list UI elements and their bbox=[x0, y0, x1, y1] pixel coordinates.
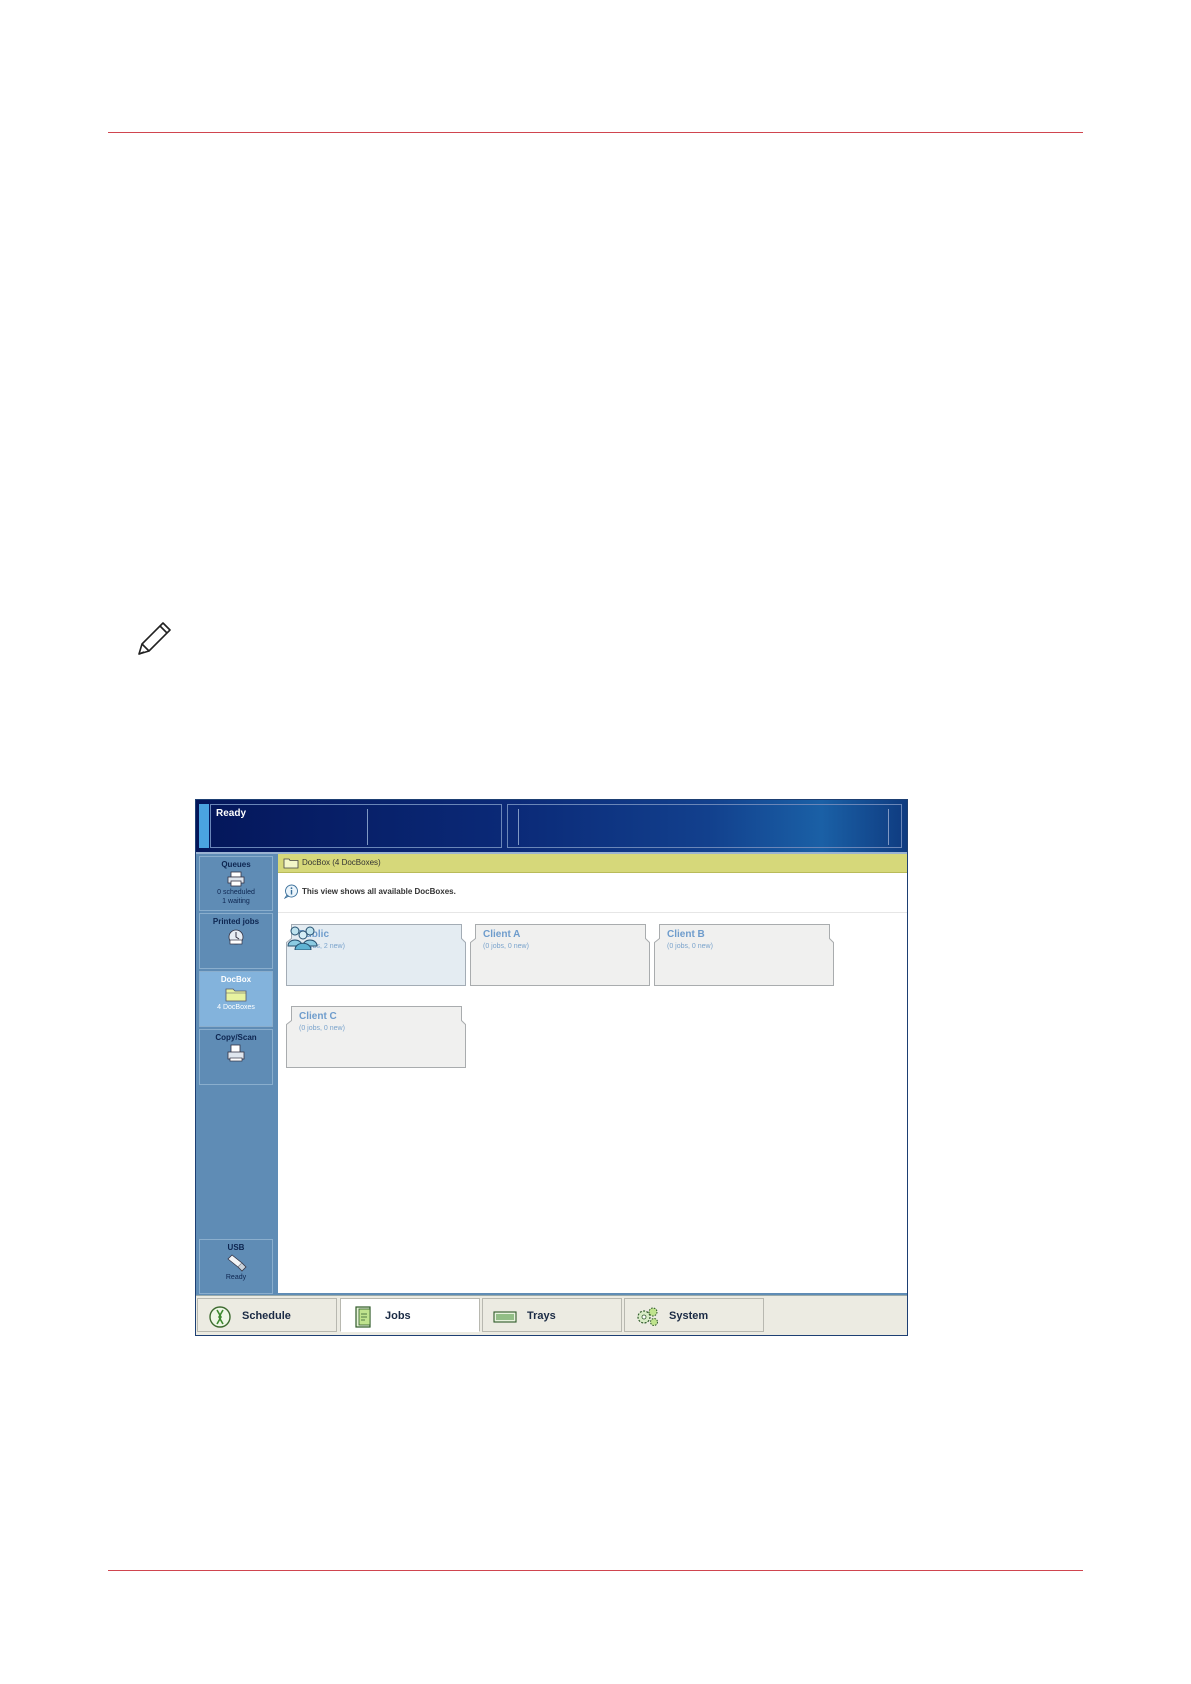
folder-icon bbox=[225, 988, 247, 1002]
info-row: This view shows all available DocBoxes. bbox=[278, 872, 907, 913]
main-content: DocBox (4 DocBoxes) This view shows all … bbox=[278, 854, 907, 1293]
info-text: This view shows all available DocBoxes. bbox=[302, 887, 456, 896]
gears-icon bbox=[637, 1307, 658, 1326]
status-accent bbox=[199, 804, 209, 848]
tab-label: Trays bbox=[527, 1310, 556, 1322]
docbox-count: (0 jobs, 0 new) bbox=[299, 1025, 345, 1032]
printed-jobs-icon bbox=[228, 929, 244, 945]
header-rule bbox=[108, 132, 1083, 133]
docbox-public[interactable]: Public (2 jobs, 2 new) bbox=[286, 924, 466, 986]
page-title: DocBox (4 DocBoxes) bbox=[302, 858, 381, 867]
bottom-tab-bar: Schedule Jobs Trays System bbox=[196, 1295, 907, 1335]
tab-schedule[interactable]: Schedule bbox=[197, 1298, 337, 1332]
tab-label: Jobs bbox=[385, 1310, 411, 1322]
docbox-name: Client C bbox=[299, 1011, 337, 1022]
sidebar-item-usb[interactable]: USB Ready bbox=[199, 1239, 273, 1294]
usb-status: Ready bbox=[225, 1274, 247, 1281]
users-group-icon bbox=[287, 926, 318, 950]
docbox-count: (0 jobs, 0 new) bbox=[483, 943, 529, 950]
docbox-count: 4 DocBoxes bbox=[217, 1004, 255, 1011]
sidebar-item-label: Copy/Scan bbox=[215, 1033, 257, 1042]
tab-system[interactable]: System bbox=[624, 1298, 764, 1332]
jobs-document-icon bbox=[355, 1306, 371, 1328]
pencil-note-icon bbox=[138, 622, 171, 655]
status-text: Ready bbox=[216, 808, 247, 819]
sidebar-item-label: Queues bbox=[221, 860, 251, 869]
usb-stick-icon bbox=[227, 1254, 247, 1272]
printer-icon bbox=[227, 871, 245, 887]
sidebar-item-label: DocBox bbox=[220, 975, 252, 984]
docbox-title-bar: DocBox (4 DocBoxes) bbox=[278, 854, 907, 873]
docbox-count: (0 jobs, 0 new) bbox=[667, 943, 713, 950]
trays-icon bbox=[493, 1311, 517, 1323]
footer-rule bbox=[108, 1570, 1083, 1571]
printer-control-panel-screenshot: Ready Queues 0 scheduled 1 waiting Print… bbox=[195, 799, 908, 1336]
sidebar-item-copy-scan[interactable]: Copy/Scan bbox=[199, 1029, 273, 1085]
folder-icon bbox=[283, 858, 299, 869]
info-icon bbox=[284, 884, 298, 899]
docbox-name: Client B bbox=[667, 929, 705, 940]
docbox-client-a[interactable]: Client A (0 jobs, 0 new) bbox=[470, 924, 650, 986]
queues-waiting: 1 waiting bbox=[222, 898, 250, 905]
docbox-client-c[interactable]: Client C (0 jobs, 0 new) bbox=[286, 1006, 466, 1068]
docbox-name: Client A bbox=[483, 929, 521, 940]
sidebar-item-docbox[interactable]: DocBox 4 DocBoxes bbox=[199, 971, 273, 1027]
tab-jobs[interactable]: Jobs bbox=[340, 1298, 480, 1332]
status-bar: Ready bbox=[196, 800, 907, 854]
status-box-right[interactable] bbox=[507, 804, 902, 848]
sidebar-item-queues[interactable]: Queues 0 scheduled 1 waiting bbox=[199, 856, 273, 911]
sidebar: Queues 0 scheduled 1 waiting Printed job… bbox=[196, 854, 276, 1295]
tab-label: System bbox=[669, 1310, 709, 1322]
schedule-icon bbox=[209, 1306, 231, 1328]
tab-label: Schedule bbox=[242, 1310, 291, 1322]
copier-icon bbox=[227, 1044, 245, 1062]
docbox-client-b[interactable]: Client B (0 jobs, 0 new) bbox=[654, 924, 834, 986]
queues-scheduled: 0 scheduled bbox=[217, 889, 255, 896]
sidebar-item-label: Printed jobs bbox=[212, 917, 260, 926]
sidebar-item-label: USB bbox=[227, 1243, 245, 1252]
tab-trays[interactable]: Trays bbox=[482, 1298, 622, 1332]
sidebar-item-printed-jobs[interactable]: Printed jobs bbox=[199, 913, 273, 969]
status-box-left[interactable] bbox=[210, 804, 502, 848]
